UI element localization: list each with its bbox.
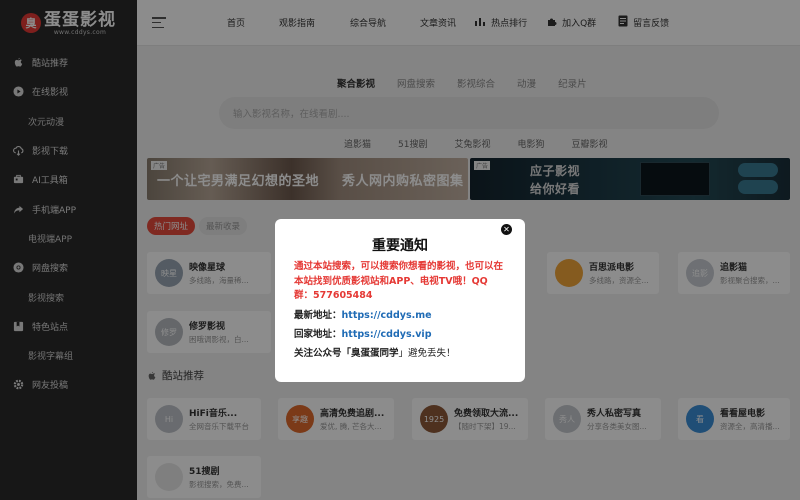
close-icon[interactable]: ✕ xyxy=(501,224,512,235)
modal-announcement: 通过本站搜索，可以搜索你想看的影视，也可以在本站找到优质影视站和APP、电视TV… xyxy=(294,261,504,301)
home-address-link[interactable]: https://cddys.vip xyxy=(342,329,432,340)
follow-note: 关注公众号「臭蛋蛋同学」避免丢失！ xyxy=(294,347,506,361)
latest-address-label: 最新地址： xyxy=(294,309,342,321)
latest-address-link[interactable]: https://cddys.me xyxy=(342,310,432,321)
follow-note-prefix: 关注公众号「 xyxy=(294,347,352,359)
notice-modal: ✕ 重要通知 通过本站搜索，可以搜索你想看的影视，也可以在本站找到优质影视站和A… xyxy=(275,219,525,382)
latest-address: 最新地址：https://cddys.me xyxy=(294,309,506,323)
home-address-label: 回家地址： xyxy=(294,328,342,340)
follow-note-account: 臭蛋蛋同学 xyxy=(351,347,399,359)
home-address: 回家地址：https://cddys.vip xyxy=(294,328,506,342)
modal-title: 重要通知 xyxy=(372,238,428,254)
follow-note-suffix: 」避免丢失！ xyxy=(398,347,456,359)
